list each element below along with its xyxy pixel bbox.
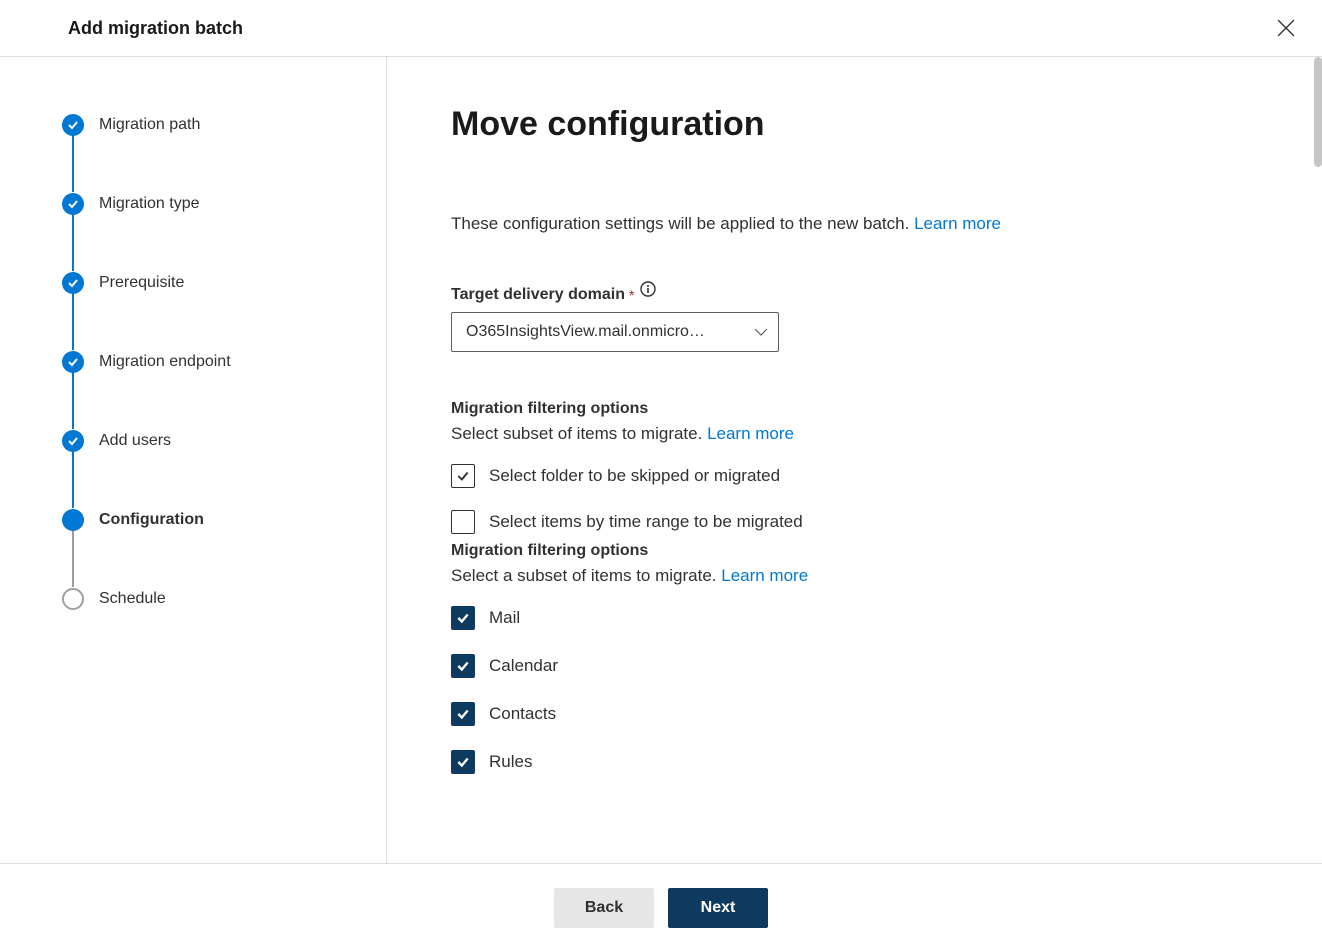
checkmark-icon	[62, 193, 84, 215]
checkbox-item-contacts: Contacts	[451, 702, 1258, 726]
intro-text: These configuration settings will be app…	[451, 214, 1258, 234]
learn-more-link[interactable]: Learn more	[721, 566, 808, 585]
checkbox-time-range-option: Select items by time range to be migrate…	[451, 510, 1258, 534]
checkbox[interactable]	[451, 464, 475, 488]
wizard-steps: Migration path Migration type Prerequisi…	[0, 57, 387, 863]
close-icon	[1277, 19, 1295, 37]
checkbox-label: Contacts	[489, 704, 556, 724]
page-title: Move configuration	[451, 105, 1258, 144]
step-label: Configuration	[99, 511, 204, 529]
checkbox-item-calendar: Calendar	[451, 654, 1258, 678]
step-migration-type[interactable]: Migration type	[62, 192, 386, 216]
step-label: Migration type	[99, 195, 200, 213]
required-indicator: *	[629, 287, 634, 303]
checkbox-label: Calendar	[489, 656, 558, 676]
filtering-options-sub: Select subset of items to migrate. Learn…	[451, 424, 1258, 444]
target-domain-label: Target delivery domain	[451, 286, 625, 304]
current-step-icon	[62, 509, 84, 531]
checkmark-icon	[62, 430, 84, 452]
checkmark-icon	[62, 351, 84, 373]
checkbox-label: Select items by time range to be migrate…	[489, 512, 803, 532]
checkbox[interactable]	[451, 510, 475, 534]
step-prerequisite[interactable]: Prerequisite	[62, 271, 386, 295]
step-migration-endpoint[interactable]: Migration endpoint	[62, 350, 386, 374]
main-panel: Move configuration These configuration s…	[387, 57, 1322, 863]
dialog-footer: Back Next	[0, 863, 1322, 951]
step-add-users[interactable]: Add users	[62, 429, 386, 453]
step-label: Migration endpoint	[99, 353, 231, 371]
checkbox-item-mail: Mail	[451, 606, 1258, 630]
chevron-down-icon	[754, 328, 768, 336]
info-icon[interactable]	[640, 281, 656, 297]
learn-more-link[interactable]: Learn more	[707, 424, 794, 443]
filtering-options-heading: Migration filtering options	[451, 400, 1258, 418]
step-label: Add users	[99, 432, 171, 450]
checkmark-icon	[62, 114, 84, 136]
filtering-options-heading-2: Migration filtering options	[451, 542, 1258, 560]
checkbox-label: Mail	[489, 608, 520, 628]
close-button[interactable]	[1270, 12, 1302, 44]
upcoming-step-icon	[62, 588, 84, 610]
dialog-title: Add migration batch	[68, 18, 243, 39]
step-label: Schedule	[99, 590, 166, 608]
checkbox-label: Rules	[489, 752, 532, 772]
learn-more-link[interactable]: Learn more	[914, 214, 1001, 233]
dialog-header: Add migration batch	[0, 0, 1322, 57]
step-label: Migration path	[99, 116, 200, 134]
scrollbar-thumb[interactable]	[1314, 57, 1322, 167]
checkbox[interactable]	[451, 750, 475, 774]
filtering-options-sub-2: Select a subset of items to migrate. Lea…	[451, 566, 1258, 586]
checkbox-item-rules: Rules	[451, 750, 1258, 774]
step-schedule[interactable]: Schedule	[62, 587, 386, 611]
back-button[interactable]: Back	[554, 888, 654, 928]
checkbox[interactable]	[451, 702, 475, 726]
checkbox-label: Select folder to be skipped or migrated	[489, 466, 780, 486]
step-configuration[interactable]: Configuration	[62, 508, 386, 532]
checkmark-icon	[62, 272, 84, 294]
checkbox-folder-option: Select folder to be skipped or migrated	[451, 464, 1258, 488]
next-button[interactable]: Next	[668, 888, 768, 928]
step-label: Prerequisite	[99, 274, 184, 292]
checkbox[interactable]	[451, 606, 475, 630]
step-migration-path[interactable]: Migration path	[62, 113, 386, 137]
target-domain-dropdown[interactable]: O365InsightsView.mail.onmicro…	[451, 312, 779, 352]
dropdown-value: O365InsightsView.mail.onmicro…	[466, 323, 754, 341]
checkbox[interactable]	[451, 654, 475, 678]
